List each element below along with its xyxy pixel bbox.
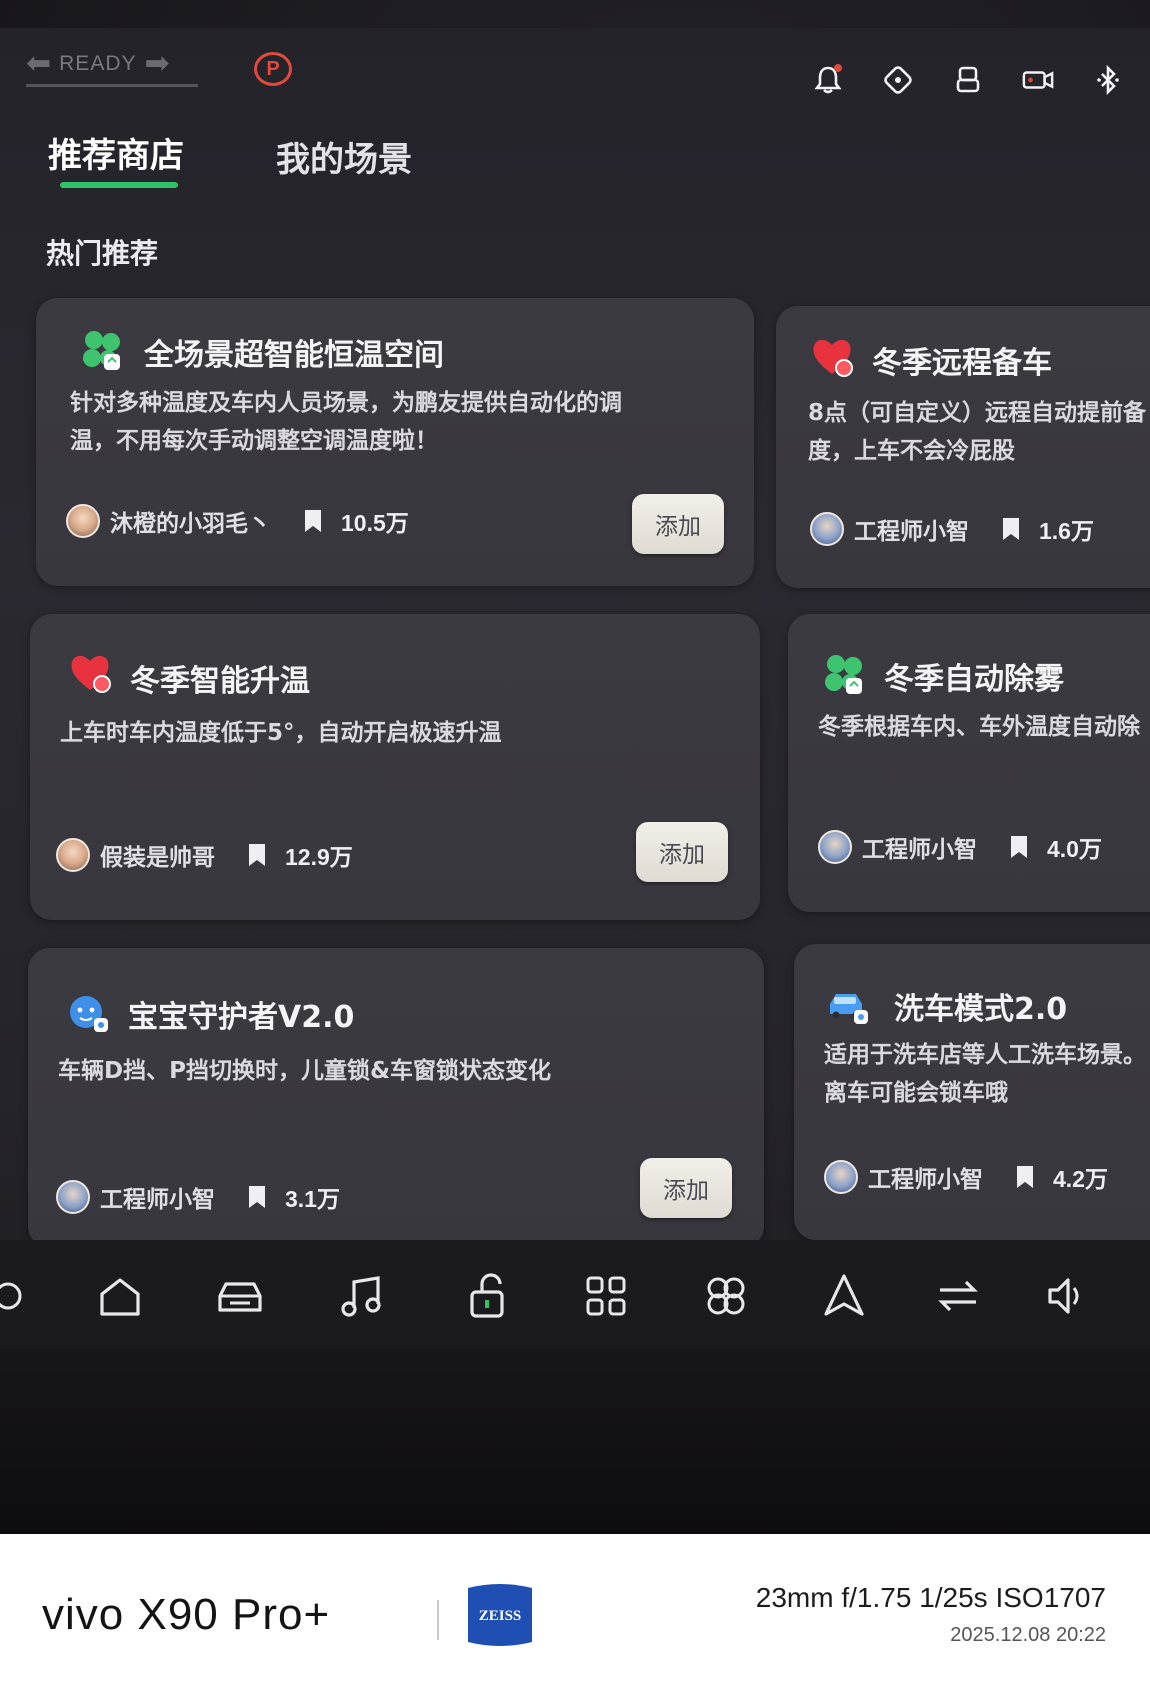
card-meta: 沐橙的小羽毛丶 10.5万 bbox=[66, 504, 409, 538]
card-description: 车辆D挡、P挡切换时，儿童锁&车窗锁状态变化 bbox=[58, 1058, 552, 1084]
bookmark-icon bbox=[1017, 1166, 1033, 1188]
save-count: 4.2万 bbox=[1053, 1166, 1108, 1192]
fan-icon bbox=[825, 655, 862, 694]
svg-text:ZEISS: ZEISS bbox=[479, 1608, 522, 1624]
card-meta: 假装是帅哥 12.9万 bbox=[56, 838, 353, 872]
save-count: 10.5万 bbox=[341, 510, 409, 536]
car-wash-icon bbox=[830, 994, 868, 1024]
baby-guard-icon bbox=[70, 996, 108, 1032]
car-screen-photo: ⬅ READY ➡ P 推荐商店 我的场景 热门推荐 全场景超智能恒温空间 针对… bbox=[0, 0, 1150, 1534]
card-title: 冬季远程备车 bbox=[872, 346, 1052, 381]
heart-icon bbox=[71, 655, 111, 693]
card-meta: 工程师小智 4.0万 bbox=[818, 830, 1102, 864]
camera-brand: vivo X90 Pro+ bbox=[42, 1590, 331, 1639]
seat-icon[interactable] bbox=[952, 64, 984, 96]
apps-icon[interactable] bbox=[580, 1270, 632, 1322]
car-icon[interactable] bbox=[214, 1270, 266, 1322]
card-meta: 工程师小智 1.6万 bbox=[810, 512, 1094, 546]
save-count: 12.9万 bbox=[285, 844, 353, 870]
gear-divider bbox=[26, 84, 198, 87]
author-name: 工程师小智 bbox=[862, 837, 977, 863]
card-title: 冬季自动除雾 bbox=[884, 662, 1064, 697]
navigation-icon[interactable] bbox=[818, 1270, 870, 1322]
unlock-icon[interactable] bbox=[462, 1270, 514, 1322]
save-count: 1.6万 bbox=[1039, 518, 1094, 544]
status-icons bbox=[812, 64, 1124, 96]
bookmark-icon bbox=[1011, 836, 1027, 858]
author-name: 沐橙的小羽毛丶 bbox=[110, 511, 271, 537]
scene-card[interactable]: 冬季智能升温 上车时车内温度低于5°，自动开启极速升温 假装是帅哥 12.9万 … bbox=[30, 614, 760, 920]
card-description: 上车时车内温度低于5°，自动开启极速升温 bbox=[60, 720, 502, 746]
fan-control-icon[interactable] bbox=[700, 1270, 752, 1322]
card-title: 冬季智能升温 bbox=[130, 664, 310, 699]
volume-icon[interactable] bbox=[1042, 1270, 1094, 1322]
bookmark-icon bbox=[305, 510, 321, 532]
save-count: 4.0万 bbox=[1047, 836, 1102, 862]
card-description: 针对多种温度及车内人员场景，为鹏友提供自动化的调 温，不用每次手动调整空调温度啦… bbox=[70, 390, 622, 454]
avatar bbox=[56, 1180, 90, 1214]
dashcam-icon[interactable] bbox=[1022, 64, 1054, 96]
card-title: 全场景超智能恒温空间 bbox=[144, 338, 444, 373]
tab-recommended-store[interactable]: 推荐商店 bbox=[48, 128, 184, 177]
screen-bezel bbox=[0, 1345, 1150, 1534]
turn-right-icon: ➡ bbox=[144, 46, 170, 81]
bookmark-icon bbox=[249, 844, 265, 866]
section-title: 热门推荐 bbox=[46, 237, 159, 270]
avatar bbox=[56, 838, 90, 872]
photo-date: 2025.12.08 20:22 bbox=[950, 1624, 1106, 1646]
watermark-divider bbox=[437, 1600, 439, 1640]
home-icon[interactable] bbox=[94, 1270, 146, 1322]
card-meta: 工程师小智 4.2万 bbox=[824, 1160, 1108, 1194]
turn-left-icon: ⬅ bbox=[26, 46, 52, 81]
avatar bbox=[818, 830, 852, 864]
card-description: 冬季根据车内、车外温度自动除 bbox=[818, 714, 1140, 740]
add-button[interactable]: 添加 bbox=[640, 1158, 732, 1218]
gear-indicator: ⬅ READY ➡ bbox=[26, 44, 170, 84]
card-title: 宝宝守护者V2.0 bbox=[128, 1000, 355, 1035]
scene-card[interactable]: 宝宝守护者V2.0 车辆D挡、P挡切换时，儿童锁&车窗锁状态变化 工程师小智 3… bbox=[28, 948, 764, 1248]
music-icon[interactable] bbox=[336, 1270, 388, 1322]
scene-card[interactable]: 全场景超智能恒温空间 针对多种温度及车内人员场景，为鹏友提供自动化的调 温，不用… bbox=[36, 298, 754, 586]
scene-card[interactable]: 冬季远程备车 8点（可自定义）远程自动提前备 度，上车不会冷屁股 工程师小智 1… bbox=[776, 306, 1150, 588]
bookmark-icon bbox=[249, 1186, 265, 1208]
exif-info: 23mm f/1.75 1/25s ISO1707 bbox=[755, 1582, 1106, 1613]
parking-brake-icon: P bbox=[254, 52, 292, 86]
add-button[interactable]: 添加 bbox=[636, 822, 728, 882]
scene-card[interactable]: 冬季自动除雾 冬季根据车内、车外温度自动除 工程师小智 4.0万 bbox=[788, 614, 1150, 912]
scene-card[interactable]: 洗车模式2.0 适用于洗车店等人工洗车场景。 离车可能会锁车哦 工程师小智 4.… bbox=[794, 944, 1150, 1240]
ready-label: READY bbox=[59, 52, 137, 75]
bookmark-icon bbox=[1003, 518, 1019, 540]
author-name: 假装是帅哥 bbox=[100, 845, 215, 871]
tab-my-scenes[interactable]: 我的场景 bbox=[276, 132, 412, 181]
author-name: 工程师小智 bbox=[854, 519, 969, 545]
save-count: 3.1万 bbox=[285, 1186, 340, 1212]
card-meta: 工程师小智 3.1万 bbox=[56, 1180, 340, 1214]
card-description: 适用于洗车店等人工洗车场景。 离车可能会锁车哦 bbox=[824, 1042, 1146, 1106]
fan-icon bbox=[83, 331, 120, 370]
add-button[interactable]: 添加 bbox=[632, 494, 724, 554]
card-title: 洗车模式2.0 bbox=[894, 992, 1068, 1027]
zeiss-logo: ZEISS bbox=[468, 1584, 532, 1646]
avatar bbox=[810, 512, 844, 546]
bluetooth-icon[interactable] bbox=[1092, 64, 1124, 96]
author-name: 工程师小智 bbox=[100, 1187, 215, 1213]
avatar bbox=[66, 504, 100, 538]
bell-icon[interactable] bbox=[812, 64, 844, 96]
voice-icon[interactable] bbox=[0, 1270, 34, 1322]
author-name: 工程师小智 bbox=[868, 1167, 983, 1193]
card-description: 8点（可自定义）远程自动提前备 度，上车不会冷屁股 bbox=[808, 400, 1147, 464]
avatar bbox=[824, 1160, 858, 1194]
active-tab-indicator bbox=[60, 182, 178, 188]
heart-icon bbox=[813, 339, 853, 377]
switch-icon[interactable] bbox=[932, 1270, 984, 1322]
steering-wheel-icon[interactable] bbox=[882, 64, 914, 96]
